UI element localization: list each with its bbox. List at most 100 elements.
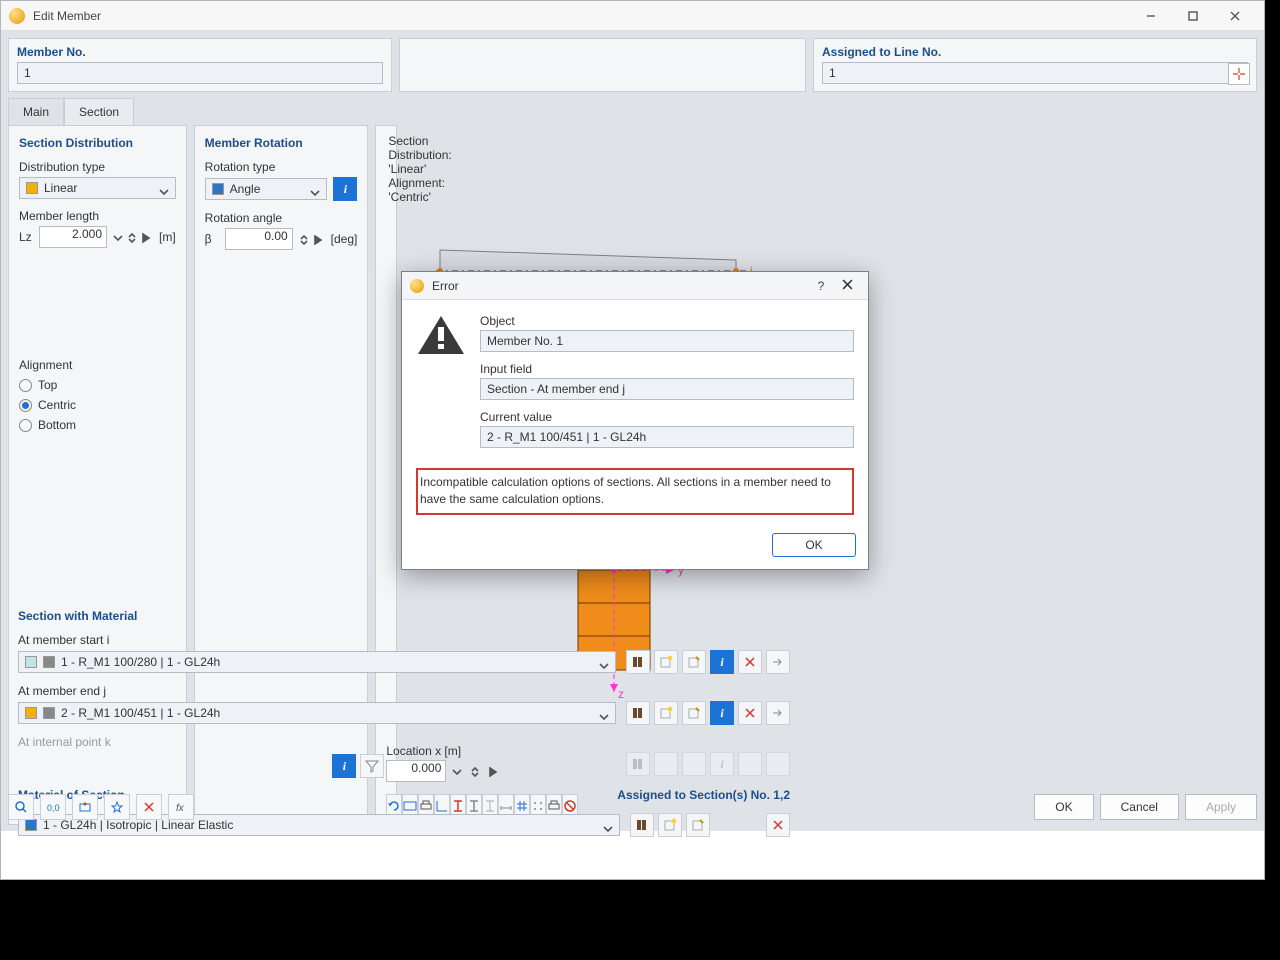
pick-line-button[interactable] [1228, 63, 1250, 85]
titlebar: Edit Member [1, 1, 1264, 31]
chevron-down-icon [599, 657, 609, 667]
lz-input[interactable]: 2.000 [39, 226, 107, 248]
tab-section[interactable]: Section [64, 98, 134, 125]
distribution-type-combo[interactable]: Linear [19, 177, 176, 199]
start-section-combo[interactable]: 1 - R_M1 100/280 | 1 - GL24h [18, 651, 616, 673]
error-field-value: Section - At member end j [480, 378, 854, 400]
error-titlebar: Error ? [402, 272, 868, 300]
units-button[interactable]: 0,00 [40, 794, 66, 820]
member-no-input[interactable]: 1 [17, 62, 383, 84]
internal-k-label: At internal point k [18, 735, 790, 749]
alignment-bottom-radio[interactable]: Bottom [19, 418, 176, 432]
error-message: Incompatible calculation options of sect… [416, 468, 854, 515]
app-icon [9, 8, 25, 24]
play-icon[interactable] [141, 232, 153, 242]
info-button[interactable]: i [710, 701, 734, 725]
close-button[interactable] [1214, 3, 1256, 29]
fx-icon: fx [174, 800, 188, 814]
rotation-type-combo[interactable]: Angle [205, 178, 328, 200]
function-button[interactable]: fx [168, 794, 194, 820]
start-swatch-icon [25, 656, 37, 668]
svg-text:0,00: 0,00 [47, 803, 60, 813]
dialog-body: Member No. 1 Assigned to Line No. 1 Main… [1, 31, 1264, 831]
close-button[interactable] [834, 279, 860, 293]
distribution-swatch-icon [26, 182, 38, 194]
info-button[interactable]: i [710, 650, 734, 674]
delete-icon [743, 655, 757, 669]
cancel-button[interactable]: Cancel [1100, 794, 1179, 820]
help-button[interactable]: ? [808, 279, 834, 293]
book-icon [631, 706, 645, 720]
tab-main[interactable]: Main [8, 98, 64, 125]
assigned-line-panel: Assigned to Line No. 1 [813, 38, 1257, 92]
goto-button[interactable] [766, 701, 790, 725]
warning-icon [416, 314, 466, 356]
svg-text:fx: fx [176, 803, 185, 814]
preview-line1: Section Distribution: 'Linear' [388, 134, 451, 176]
ok-button[interactable]: OK [1034, 794, 1093, 820]
error-title: Error [432, 279, 808, 293]
goto-button[interactable] [766, 650, 790, 674]
node-icon [78, 800, 92, 814]
error-ok-button[interactable]: OK [772, 533, 856, 557]
rotation-swatch-icon [212, 183, 224, 195]
beta-input[interactable]: 0.00 [225, 228, 293, 250]
edit-button [682, 752, 706, 776]
node-button[interactable] [72, 794, 98, 820]
maximize-button[interactable] [1172, 3, 1214, 29]
section-shape-icon [43, 656, 55, 668]
delete-button[interactable] [738, 701, 762, 725]
section-with-material-header: Section with Material [18, 609, 790, 623]
end-section-combo[interactable]: 2 - R_M1 100/451 | 1 - GL24h [18, 702, 616, 724]
section-shape-icon [43, 707, 55, 719]
magnifier-icon [14, 800, 28, 814]
black-strip [0, 880, 1265, 960]
spinner-icon[interactable] [127, 232, 139, 242]
decimal-icon: 0,00 [46, 800, 60, 814]
edit-button[interactable] [682, 701, 706, 725]
assigned-line-label: Assigned to Line No. [822, 45, 1248, 59]
edit-button[interactable] [682, 650, 706, 674]
favorites-button[interactable] [104, 794, 130, 820]
clear-button[interactable] [136, 794, 162, 820]
rotation-angle-row: β 0.00 [deg] [205, 228, 358, 250]
member-length-row: Lz 2.000 [m] [19, 226, 176, 248]
library-button[interactable] [626, 650, 650, 674]
beta-unit: [deg] [331, 232, 358, 246]
alignment-top-radio[interactable]: Top [19, 378, 176, 392]
minimize-button[interactable] [1130, 3, 1172, 29]
new-button[interactable] [654, 650, 678, 674]
library-button[interactable] [626, 701, 650, 725]
close-icon [842, 279, 853, 290]
delete-icon [142, 800, 156, 814]
library-button [626, 752, 650, 776]
end-j-label: At member end j [18, 684, 790, 698]
alignment-bottom-label: Bottom [38, 418, 76, 432]
new-icon [659, 706, 673, 720]
spinner-icon[interactable] [299, 234, 311, 244]
new-icon [659, 655, 673, 669]
assigned-line-input[interactable]: 1 [822, 62, 1248, 84]
info-icon: i [720, 757, 723, 772]
preview-info: Section Distribution: 'Linear' Alignment… [388, 134, 451, 204]
alignment-top-label: Top [38, 378, 57, 392]
book-icon [631, 757, 645, 771]
new-button [654, 752, 678, 776]
alignment-label: Alignment [19, 358, 176, 372]
member-rotation-header: Member Rotation [205, 136, 358, 150]
alignment-centric-radio[interactable]: Centric [19, 398, 176, 412]
info-button[interactable]: i [333, 177, 357, 201]
lz-unit: [m] [159, 230, 176, 244]
help-button[interactable] [8, 794, 34, 820]
start-i-label: At member start i [18, 633, 790, 647]
chevron-down-icon [310, 184, 320, 194]
new-button[interactable] [654, 701, 678, 725]
chevron-down-icon[interactable] [113, 232, 125, 242]
book-icon [631, 655, 645, 669]
member-no-panel: Member No. 1 [8, 38, 392, 92]
delete-button[interactable] [738, 650, 762, 674]
edit-icon [687, 706, 701, 720]
play-icon[interactable] [313, 234, 325, 244]
info-icon: i [720, 655, 723, 670]
star-icon [110, 800, 124, 814]
